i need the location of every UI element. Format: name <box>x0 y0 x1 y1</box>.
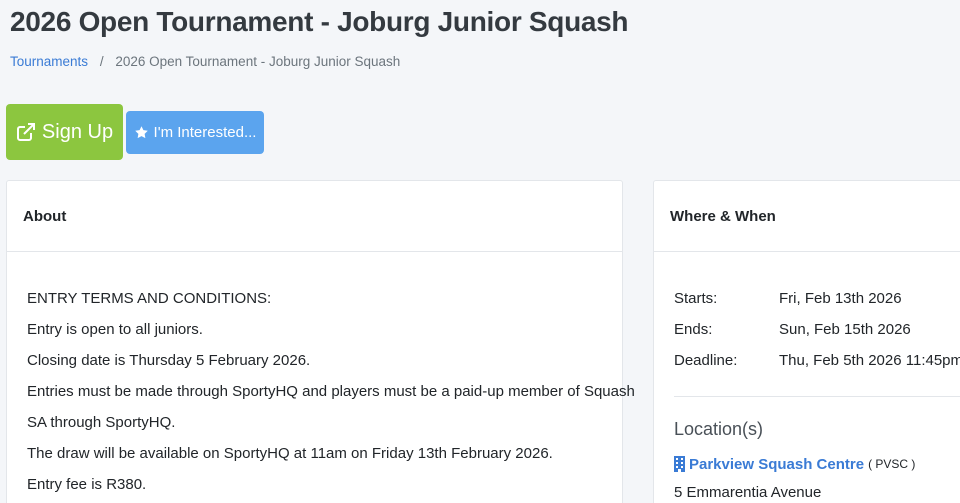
starts-label: Starts: <box>674 290 718 307</box>
venue-abbreviation: ( PVSC ) <box>868 457 916 471</box>
interested-label: I'm Interested... <box>153 124 257 141</box>
building-icon <box>674 456 685 472</box>
deadline-value: Thu, Feb 5th 2026 11:45pm <box>779 352 960 369</box>
about-line: ENTRY TERMS AND CONDITIONS: <box>27 290 272 307</box>
breadcrumb-separator: / <box>99 54 104 69</box>
interested-button[interactable]: I'm Interested... <box>126 111 264 154</box>
ends-row: Ends: Sun, Feb 15th 2026 <box>674 314 960 345</box>
where-when-heading: Where & When <box>654 181 960 252</box>
ends-label: Ends: <box>674 321 713 338</box>
where-when-card: Where & When Starts: Fri, Feb 13th 2026 … <box>653 180 960 503</box>
about-line: Entry fee is R380. <box>27 476 147 493</box>
sign-up-button[interactable]: Sign Up <box>6 104 123 160</box>
page-title: 2026 Open Tournament - Joburg Junior Squ… <box>10 6 629 37</box>
about-line: Entries must be made through SportyHQ an… <box>27 383 635 400</box>
about-body: ENTRY TERMS AND CONDITIONS: Entry is ope… <box>7 252 635 500</box>
deadline-row: Deadline: Thu, Feb 5th 2026 11:45pm <box>674 345 960 376</box>
venue-address: 5 Emmarentia Avenue <box>674 484 822 501</box>
about-heading: About <box>7 181 622 252</box>
starts-value: Fri, Feb 13th 2026 <box>779 290 902 307</box>
starts-row: Starts: Fri, Feb 13th 2026 <box>674 283 960 314</box>
where-when-body: Starts: Fri, Feb 13th 2026 Ends: Sun, Fe… <box>654 252 960 501</box>
about-card: About ENTRY TERMS AND CONDITIONS: Entry … <box>6 180 635 503</box>
breadcrumb-tournaments-link[interactable]: Tournaments <box>10 54 88 69</box>
about-line: Entry is open to all juniors. <box>27 321 203 338</box>
about-line: The draw will be available on SportyHQ a… <box>27 445 553 462</box>
breadcrumb: Tournaments / 2026 Open Tournament - Job… <box>10 54 400 69</box>
about-line: Closing date is Thursday 5 February 2026… <box>27 352 311 369</box>
star-icon <box>134 125 149 140</box>
divider <box>674 396 960 397</box>
venue-row: Parkview Squash Centre ( PVSC ) <box>674 453 960 475</box>
venue-link[interactable]: Parkview Squash Centre <box>689 456 864 473</box>
ends-value: Sun, Feb 15th 2026 <box>779 321 911 338</box>
deadline-label: Deadline: <box>674 352 738 369</box>
about-line: SA through SportyHQ. <box>27 414 176 431</box>
locations-heading: Location(s) <box>674 419 764 439</box>
breadcrumb-current: 2026 Open Tournament - Joburg Junior Squ… <box>115 54 401 69</box>
external-link-icon <box>16 122 36 142</box>
sign-up-label: Sign Up <box>41 120 114 143</box>
